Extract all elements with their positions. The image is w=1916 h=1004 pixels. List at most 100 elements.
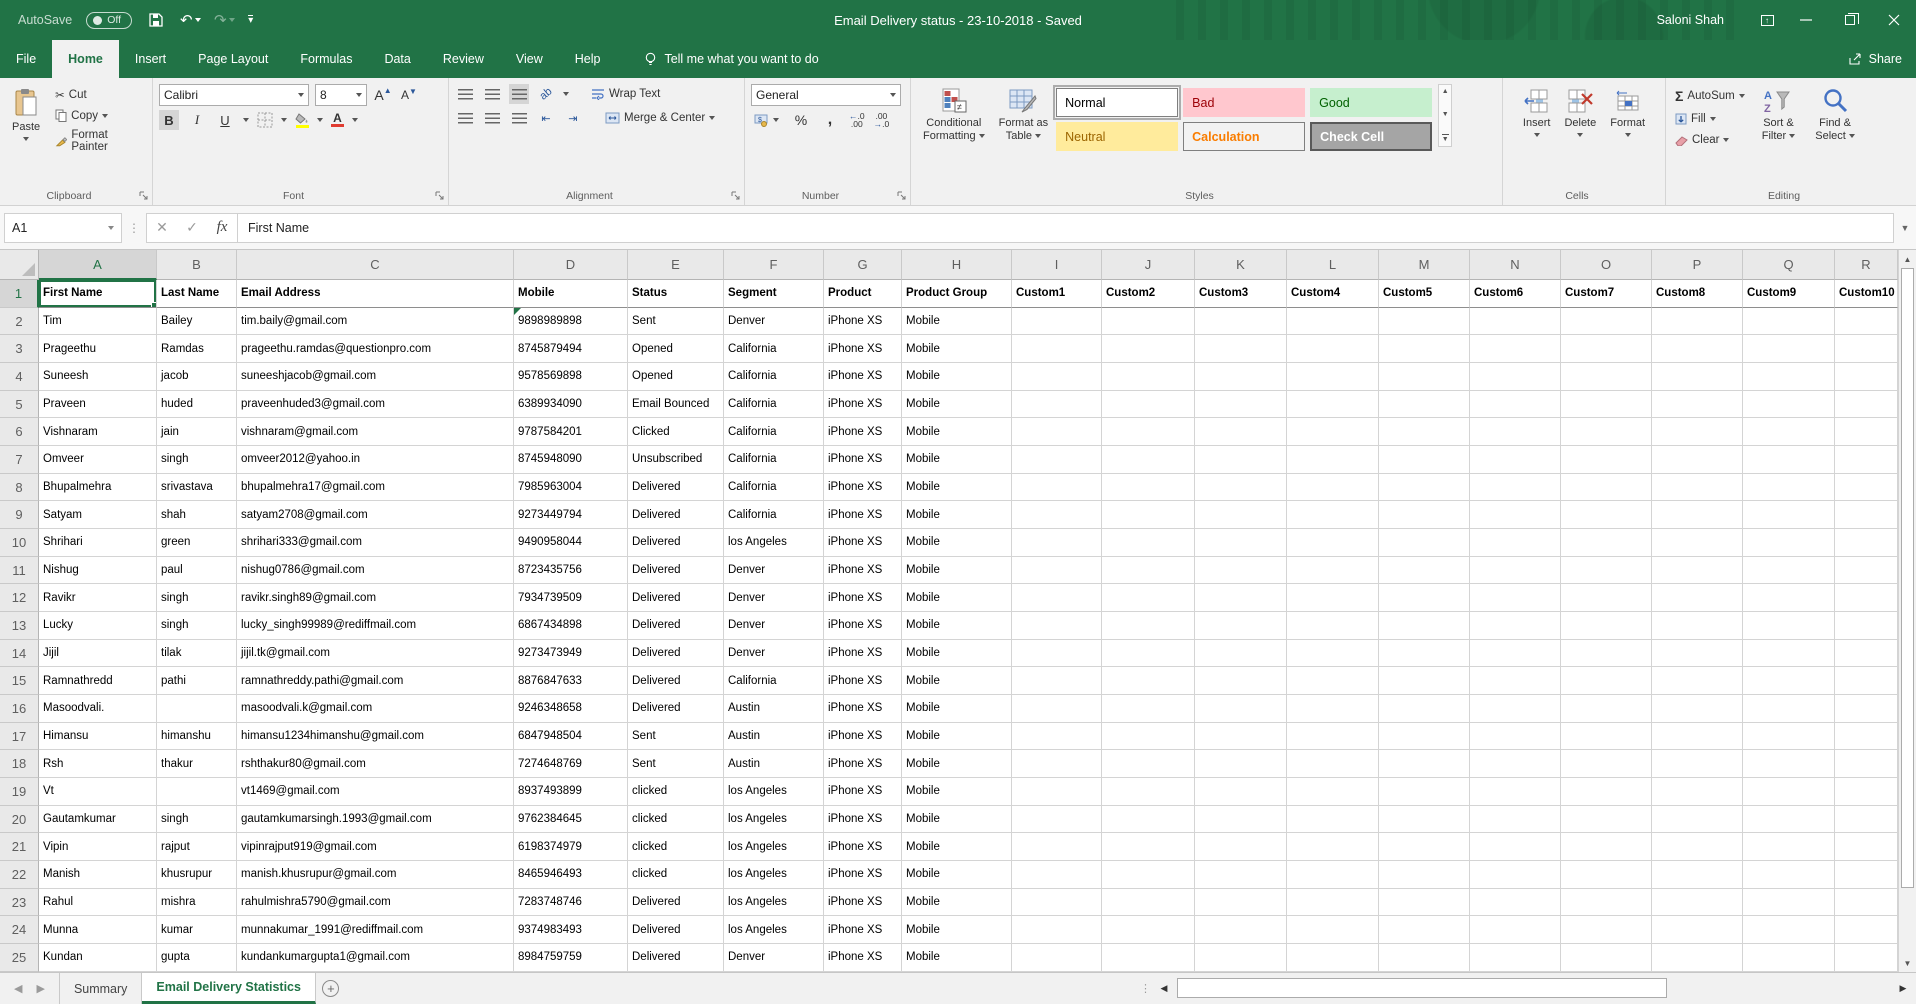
align-top-icon[interactable] — [455, 84, 475, 104]
cell-F17[interactable]: Austin — [724, 723, 824, 751]
cell-E25[interactable]: Delivered — [628, 944, 724, 972]
expand-formula-bar-icon[interactable]: ▼ — [1894, 223, 1916, 233]
align-right-icon[interactable] — [509, 108, 529, 128]
cell-K19[interactable] — [1195, 778, 1287, 806]
bold-button[interactable]: B — [159, 110, 179, 130]
cell-K21[interactable] — [1195, 833, 1287, 861]
cell-Q20[interactable] — [1743, 806, 1835, 834]
cell-G4[interactable]: iPhone XS — [824, 363, 902, 391]
cell-D12[interactable]: 7934739509 — [514, 584, 628, 612]
cell-H12[interactable]: Mobile — [902, 584, 1012, 612]
cell-K11[interactable] — [1195, 557, 1287, 585]
cell-R19[interactable] — [1835, 778, 1898, 806]
row-header-3[interactable]: 3 — [0, 335, 39, 363]
find-select-button[interactable]: Find &Select — [1809, 84, 1861, 147]
cell-G15[interactable]: iPhone XS — [824, 667, 902, 695]
cell-P25[interactable] — [1652, 944, 1743, 972]
cell-B13[interactable]: singh — [157, 612, 237, 640]
scrollbar-splitter[interactable]: ⋮ — [1140, 982, 1151, 995]
cell-N5[interactable] — [1470, 391, 1561, 419]
cell-E13[interactable]: Delivered — [628, 612, 724, 640]
cell-L15[interactable] — [1287, 667, 1379, 695]
cell-I19[interactable] — [1012, 778, 1102, 806]
cell-F14[interactable]: Denver — [724, 640, 824, 668]
cell-E4[interactable]: Opened — [628, 363, 724, 391]
cell-A23[interactable]: Rahul — [39, 889, 157, 917]
styles-gallery-scrollbar[interactable]: ▲▼▼ — [1438, 84, 1452, 147]
cell-style-good[interactable]: Good — [1310, 88, 1432, 117]
scroll-right-icon[interactable]: ▶ — [1896, 983, 1910, 994]
cell-O3[interactable] — [1561, 335, 1652, 363]
cell-G14[interactable]: iPhone XS — [824, 640, 902, 668]
cell-P4[interactable] — [1652, 363, 1743, 391]
cell-Q6[interactable] — [1743, 418, 1835, 446]
cell-Q18[interactable] — [1743, 750, 1835, 778]
row-header-7[interactable]: 7 — [0, 446, 39, 474]
cell-L22[interactable] — [1287, 861, 1379, 889]
cell-E8[interactable]: Delivered — [628, 474, 724, 502]
cell-A18[interactable]: Rsh — [39, 750, 157, 778]
cell-Q23[interactable] — [1743, 889, 1835, 917]
cut-button[interactable]: ✂Cut — [52, 86, 146, 104]
cell-F25[interactable]: Denver — [724, 944, 824, 972]
cell-H8[interactable]: Mobile — [902, 474, 1012, 502]
cell-L18[interactable] — [1287, 750, 1379, 778]
cell-P19[interactable] — [1652, 778, 1743, 806]
cell-D22[interactable]: 8465946493 — [514, 861, 628, 889]
cell-B10[interactable]: green — [157, 529, 237, 557]
new-sheet-button[interactable]: + — [316, 973, 346, 1004]
row-header-22[interactable]: 22 — [0, 861, 39, 889]
cell-C16[interactable]: masoodvali.k@gmail.com — [237, 695, 514, 723]
cell-O1[interactable]: Custom7 — [1561, 280, 1652, 308]
cell-I15[interactable] — [1012, 667, 1102, 695]
cell-C8[interactable]: bhupalmehra17@gmail.com — [237, 474, 514, 502]
cell-H19[interactable]: Mobile — [902, 778, 1012, 806]
cell-R11[interactable] — [1835, 557, 1898, 585]
alignment-dialog-launcher-icon[interactable] — [731, 191, 741, 201]
cancel-entry-icon[interactable]: ✕ — [147, 214, 177, 242]
cell-B5[interactable]: huded — [157, 391, 237, 419]
cell-C10[interactable]: shrihari333@gmail.com — [237, 529, 514, 557]
cell-R1[interactable]: Custom10 — [1835, 280, 1898, 308]
cell-L9[interactable] — [1287, 501, 1379, 529]
cell-M5[interactable] — [1379, 391, 1470, 419]
cell-R20[interactable] — [1835, 806, 1898, 834]
cell-G12[interactable]: iPhone XS — [824, 584, 902, 612]
cell-C6[interactable]: vishnaram@gmail.com — [237, 418, 514, 446]
cell-L17[interactable] — [1287, 723, 1379, 751]
tell-me-box[interactable]: Tell me what you want to do — [644, 40, 818, 78]
cell-D15[interactable]: 8876847633 — [514, 667, 628, 695]
cell-K5[interactable] — [1195, 391, 1287, 419]
cell-B20[interactable]: singh — [157, 806, 237, 834]
cell-E17[interactable]: Sent — [628, 723, 724, 751]
cell-L1[interactable]: Custom4 — [1287, 280, 1379, 308]
cell-B6[interactable]: jain — [157, 418, 237, 446]
cell-Q25[interactable] — [1743, 944, 1835, 972]
cell-J23[interactable] — [1102, 889, 1195, 917]
row-header-23[interactable]: 23 — [0, 889, 39, 917]
cell-F23[interactable]: los Angeles — [724, 889, 824, 917]
cell-C15[interactable]: ramnathreddy.pathi@gmail.com — [237, 667, 514, 695]
cell-J18[interactable] — [1102, 750, 1195, 778]
cell-I2[interactable] — [1012, 308, 1102, 336]
cell-N1[interactable]: Custom6 — [1470, 280, 1561, 308]
cell-L5[interactable] — [1287, 391, 1379, 419]
cell-M1[interactable]: Custom5 — [1379, 280, 1470, 308]
column-header-Q[interactable]: Q — [1743, 250, 1835, 280]
cell-Q4[interactable] — [1743, 363, 1835, 391]
ribbon-tab-review[interactable]: Review — [427, 40, 500, 78]
vertical-scrollbar[interactable]: ▲ ▼ — [1898, 250, 1916, 972]
cell-D1[interactable]: Mobile — [514, 280, 628, 308]
cell-O14[interactable] — [1561, 640, 1652, 668]
column-header-G[interactable]: G — [824, 250, 902, 280]
cell-D10[interactable]: 9490958044 — [514, 529, 628, 557]
cell-J19[interactable] — [1102, 778, 1195, 806]
cell-A5[interactable]: Praveen — [39, 391, 157, 419]
cell-R12[interactable] — [1835, 584, 1898, 612]
cell-D19[interactable]: 8937493899 — [514, 778, 628, 806]
cell-R15[interactable] — [1835, 667, 1898, 695]
cell-Q1[interactable]: Custom9 — [1743, 280, 1835, 308]
cell-C9[interactable]: satyam2708@gmail.com — [237, 501, 514, 529]
cell-B22[interactable]: khusrupur — [157, 861, 237, 889]
cell-R7[interactable] — [1835, 446, 1898, 474]
